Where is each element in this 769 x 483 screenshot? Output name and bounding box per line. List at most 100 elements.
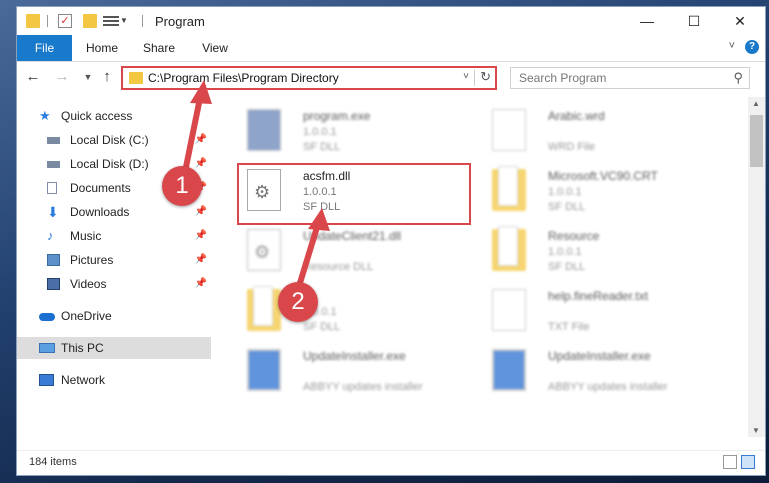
minimize-button[interactable]: — xyxy=(624,9,670,33)
file-type: Resource DLL xyxy=(303,261,374,273)
sidebar-item-quick-access[interactable]: ★ Quick access xyxy=(17,105,211,127)
file-type: SF DLL xyxy=(303,141,341,153)
sidebar-item-label: Network xyxy=(61,373,106,387)
expand-ribbon-icon[interactable]: ˅ xyxy=(729,40,735,52)
file-item[interactable]: 1.0.0.1 SF DLL xyxy=(237,285,477,339)
music-icon: ♪ xyxy=(47,228,54,243)
sidebar-item-local-disk-c[interactable]: Local Disk (C:) 📌 xyxy=(17,129,211,151)
file-type: SF DLL xyxy=(548,261,586,273)
scroll-down-icon[interactable]: ▼ xyxy=(752,426,760,435)
up-arrow-icon[interactable]: ↑ xyxy=(99,68,115,86)
picture-icon xyxy=(47,254,60,266)
sidebar-item-label: Pictures xyxy=(70,253,114,267)
dll-gear-icon xyxy=(247,229,281,271)
ribbon-tabs: File Home Share View ˅ ? xyxy=(17,35,765,62)
file-list: program.exe 1.0.0.1 SF DLL Arabic.wrd WR… xyxy=(212,97,745,437)
folder-icon xyxy=(129,72,143,84)
file-item[interactable]: UpdateClient21.dll Resource DLL xyxy=(237,225,477,279)
installer-icon xyxy=(247,349,281,391)
step-badge-1: 1 xyxy=(162,166,202,206)
sidebar-item-onedrive[interactable]: OneDrive xyxy=(17,305,211,327)
refresh-icon[interactable]: ↻ xyxy=(480,69,491,85)
sidebar-item-network[interactable]: Network xyxy=(17,369,211,391)
file-version: 1.0.0.1 xyxy=(548,186,582,198)
sidebar-item-label: This PC xyxy=(61,341,104,355)
sidebar-item-pictures[interactable]: Pictures 📌 xyxy=(17,249,211,271)
pin-icon[interactable]: 📌 xyxy=(195,273,207,295)
scrollbar-thumb[interactable] xyxy=(750,115,763,167)
chevron-down-icon[interactable]: ▼ xyxy=(120,16,134,30)
new-folder-icon[interactable] xyxy=(83,14,97,28)
sidebar-item-label: Videos xyxy=(70,277,107,291)
address-row: ← → ▼ ↑ C:\Program Files\Program Directo… xyxy=(17,62,765,94)
video-icon xyxy=(47,278,60,290)
search-input[interactable]: Search Program ⚲ xyxy=(510,67,750,89)
address-bar[interactable]: C:\Program Files\Program Directory ˅ ↻ xyxy=(121,66,497,90)
chevron-down-icon[interactable]: ˅ xyxy=(463,71,469,82)
maximize-button[interactable]: ☐ xyxy=(671,9,717,33)
file-name: help.fineReader.txt xyxy=(548,289,649,303)
file-type: ABBYY updates installer xyxy=(303,381,423,393)
view-options-icon[interactable] xyxy=(103,14,119,28)
pin-icon[interactable]: 📌 xyxy=(195,201,207,223)
drive-icon xyxy=(47,137,60,144)
computer-icon xyxy=(39,343,55,353)
file-name: UpdateInstaller.exe xyxy=(548,349,651,363)
explorer-window: ✓ ▼ Program — ☐ ✕ File Home Share View ˅… xyxy=(16,6,766,476)
document-icon xyxy=(47,182,57,194)
sidebar-item-this-pc[interactable]: This PC xyxy=(17,337,211,359)
file-version: 1.0.0.1 xyxy=(548,246,582,258)
toolbar-separator xyxy=(142,15,143,27)
tab-share[interactable]: Share xyxy=(133,35,185,61)
tab-view[interactable]: View xyxy=(192,35,238,61)
file-name: UpdateInstaller.exe xyxy=(303,349,406,363)
file-item[interactable]: UpdateInstaller.exe ABBYY updates instal… xyxy=(482,345,722,399)
divider xyxy=(474,70,475,86)
forward-arrow-icon[interactable]: → xyxy=(54,68,70,86)
address-path[interactable]: C:\Program Files\Program Directory xyxy=(148,71,339,85)
sidebar-item-videos[interactable]: Videos 📌 xyxy=(17,273,211,295)
file-name: Microsoft.VC90.CRT xyxy=(548,169,658,183)
sidebar-item-label: Documents xyxy=(70,181,131,195)
details-view-icon[interactable] xyxy=(723,455,737,469)
exe-file-icon xyxy=(247,109,281,151)
document-file-icon xyxy=(492,109,526,151)
item-count: 184 items xyxy=(29,456,77,468)
scroll-up-icon[interactable]: ▲ xyxy=(752,99,760,108)
recent-locations-icon[interactable]: ▼ xyxy=(80,68,96,86)
pin-icon[interactable]: 📌 xyxy=(195,225,207,247)
pin-icon[interactable]: 📌 xyxy=(195,249,207,271)
sidebar-item-music[interactable]: ♪ Music 📌 xyxy=(17,225,211,247)
pin-icon[interactable]: 📌 xyxy=(195,129,207,151)
file-type: ABBYY updates installer xyxy=(548,381,668,393)
file-item[interactable]: Arabic.wrd WRD File xyxy=(482,105,722,159)
star-icon: ★ xyxy=(39,108,51,123)
status-bar: 184 items xyxy=(17,450,765,475)
window-title: Program xyxy=(155,14,205,29)
download-icon: ⬇ xyxy=(47,204,59,220)
file-name: Resource xyxy=(548,229,600,243)
sidebar-item-label: Local Disk (D:) xyxy=(70,157,149,171)
file-item[interactable]: UpdateInstaller.exe ABBYY updates instal… xyxy=(237,345,477,399)
network-icon xyxy=(39,374,54,386)
navigation-pane: ★ Quick access Local Disk (C:) 📌 Local D… xyxy=(17,97,211,437)
drive-icon xyxy=(47,161,60,168)
file-item[interactable]: help.fineReader.txt TXT File xyxy=(482,285,722,339)
close-button[interactable]: ✕ xyxy=(717,9,763,33)
back-arrow-icon[interactable]: ← xyxy=(25,68,41,86)
file-highlight-box xyxy=(237,163,471,225)
large-icons-view-icon[interactable] xyxy=(741,455,755,469)
file-item[interactable]: Microsoft.VC90.CRT 1.0.0.1 SF DLL xyxy=(482,165,722,219)
title-bar: ✓ ▼ Program — ☐ ✕ xyxy=(17,7,765,35)
file-item[interactable]: Resource 1.0.0.1 SF DLL xyxy=(482,225,722,279)
tab-file[interactable]: File xyxy=(17,35,72,61)
properties-check-icon[interactable]: ✓ xyxy=(58,14,72,28)
search-icon[interactable]: ⚲ xyxy=(733,70,743,86)
file-item[interactable]: program.exe 1.0.0.1 SF DLL xyxy=(237,105,477,159)
cloud-icon xyxy=(39,313,55,321)
vertical-scrollbar[interactable]: ▲ ▼ xyxy=(748,97,765,437)
tab-home[interactable]: Home xyxy=(77,35,127,61)
folder-icon[interactable] xyxy=(26,14,40,28)
help-icon[interactable]: ? xyxy=(745,40,759,54)
file-type: SF DLL xyxy=(303,321,341,333)
